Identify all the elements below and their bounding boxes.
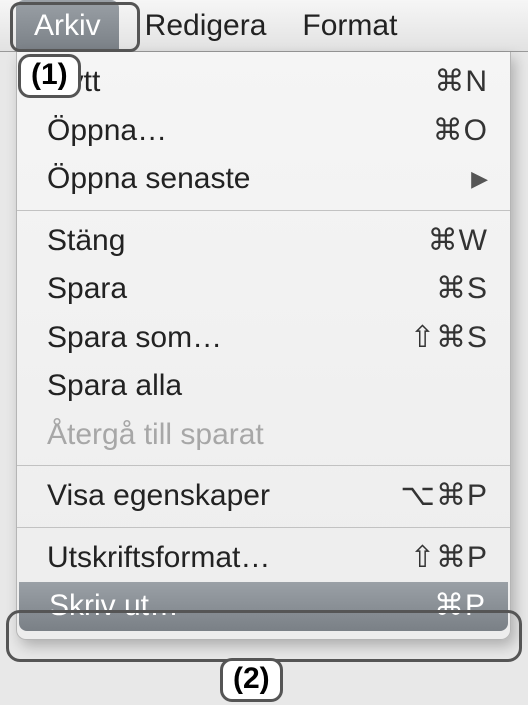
submenu-arrow-icon: ▶ bbox=[471, 164, 488, 194]
menu-label: Spara som… bbox=[47, 318, 410, 359]
menubar-item-arkiv[interactable]: Arkiv bbox=[16, 0, 119, 51]
menu-label: Spara bbox=[47, 269, 436, 310]
menu-item-utskriftsformat[interactable]: Utskriftsformat… ⇧⌘P bbox=[17, 534, 510, 583]
callout-2: (2) bbox=[220, 658, 283, 702]
menu-shortcut: ⌘N bbox=[434, 62, 488, 103]
menu-item-skriv-ut[interactable]: Skriv ut… ⌘P bbox=[19, 582, 508, 631]
menu-label: Stäng bbox=[47, 221, 428, 262]
menu-item-oppna[interactable]: Öppna… ⌘O bbox=[17, 107, 510, 156]
menu-separator bbox=[17, 465, 510, 466]
menubar-item-format[interactable]: Format bbox=[284, 0, 415, 51]
menu-item-visa-egenskaper[interactable]: Visa egenskaper ⌥⌘P bbox=[17, 472, 510, 521]
menu-item-spara-alla[interactable]: Spara alla bbox=[17, 362, 510, 411]
menu-shortcut: ⌘O bbox=[433, 111, 488, 152]
menu-item-aterga: Återgå till sparat bbox=[17, 411, 510, 460]
menubar-item-redigera[interactable]: Redigera bbox=[127, 0, 285, 51]
menu-item-nytt[interactable]: Nytt ⌘N bbox=[17, 58, 510, 107]
menu-label: Nytt bbox=[47, 62, 434, 103]
menu-shortcut: ⌘P bbox=[434, 586, 486, 627]
menu-item-oppna-senaste[interactable]: Öppna senaste ▶ bbox=[17, 155, 510, 204]
menu-label: Skriv ut… bbox=[49, 586, 434, 627]
menu-label: Öppna senaste bbox=[47, 159, 471, 200]
menu-shortcut: ⌘W bbox=[428, 221, 488, 262]
menu-shortcut: ⌘S bbox=[436, 269, 488, 310]
dropdown-arkiv: Nytt ⌘N Öppna… ⌘O Öppna senaste ▶ Stäng … bbox=[16, 52, 511, 640]
menu-item-stang[interactable]: Stäng ⌘W bbox=[17, 217, 510, 266]
menu-label: Öppna… bbox=[47, 111, 433, 152]
callout-1: (1) bbox=[18, 54, 81, 98]
menu-label: Visa egenskaper bbox=[47, 476, 400, 517]
menu-separator bbox=[17, 527, 510, 528]
menu-label: Spara alla bbox=[47, 366, 488, 407]
menubar-label-arkiv: Arkiv bbox=[34, 9, 101, 43]
menu-label: Återgå till sparat bbox=[47, 415, 488, 456]
menubar: Arkiv Redigera Format bbox=[0, 0, 528, 52]
menu-separator bbox=[17, 210, 510, 211]
menubar-label-redigera: Redigera bbox=[145, 9, 267, 43]
menu-item-spara[interactable]: Spara ⌘S bbox=[17, 265, 510, 314]
menu-item-spara-som[interactable]: Spara som… ⇧⌘S bbox=[17, 314, 510, 363]
menu-label: Utskriftsformat… bbox=[47, 538, 410, 579]
menu-shortcut: ⌥⌘P bbox=[400, 476, 488, 517]
menubar-label-format: Format bbox=[302, 9, 397, 43]
menu-shortcut: ⇧⌘P bbox=[410, 538, 488, 579]
menu-shortcut: ⇧⌘S bbox=[410, 318, 488, 359]
